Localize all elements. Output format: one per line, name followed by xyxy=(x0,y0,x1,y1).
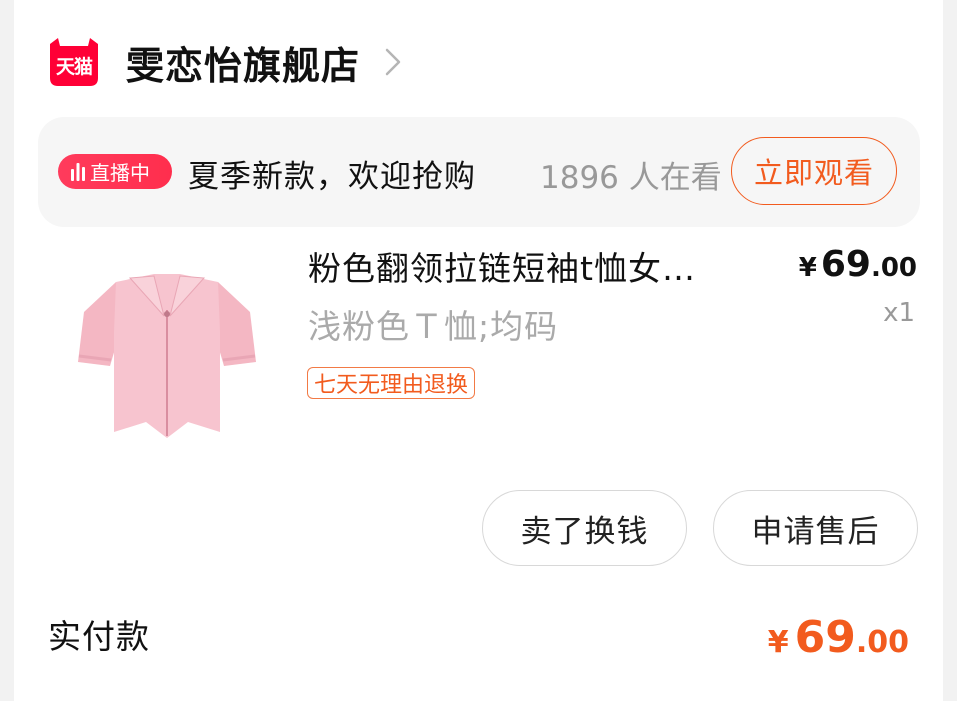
product-sku: 浅粉色Ｔ恤;均码 xyxy=(308,307,559,346)
price-symbol: ¥ xyxy=(798,253,817,283)
price-decimal: .00 xyxy=(870,253,917,283)
total-symbol: ¥ xyxy=(767,625,789,660)
sell-for-cash-button[interactable]: 卖了换钱 xyxy=(482,490,687,566)
live-bars-icon xyxy=(71,162,85,181)
watch-now-button[interactable]: 立即观看 xyxy=(731,137,897,205)
total-decimal: .00 xyxy=(855,625,909,660)
viewer-count: 1896 人在看 xyxy=(540,160,722,196)
tmall-logo-text: 天猫 xyxy=(55,56,93,78)
shop-header[interactable]: 天猫 雯恋怡旗舰店 xyxy=(46,36,402,88)
live-badge-label: 直播中 xyxy=(90,161,150,185)
total-price: ¥69.00 xyxy=(768,612,909,663)
product-price: ¥69.00 xyxy=(799,244,917,285)
price-integer: 69 xyxy=(820,244,871,285)
live-title: 夏季新款，欢迎抢购 xyxy=(188,159,476,195)
product-title[interactable]: 粉色翻领拉链短袖t恤女… xyxy=(308,242,748,290)
shop-name[interactable]: 雯恋怡旗舰店 xyxy=(126,35,360,90)
tmall-logo-icon: 天猫 xyxy=(46,38,102,86)
total-label: 实付款 xyxy=(48,617,150,656)
chevron-right-icon[interactable] xyxy=(384,47,402,77)
after-sale-button[interactable]: 申请售后 xyxy=(713,490,918,566)
live-banner[interactable]: 直播中 夏季新款，欢迎抢购 1896 人在看 立即观看 xyxy=(38,117,920,227)
product-quantity: x1 xyxy=(883,298,915,328)
total-integer: 69 xyxy=(794,612,856,663)
product-image[interactable] xyxy=(64,252,270,458)
live-badge: 直播中 xyxy=(58,154,172,189)
return-policy-tag: 七天无理由退换 xyxy=(307,367,476,399)
